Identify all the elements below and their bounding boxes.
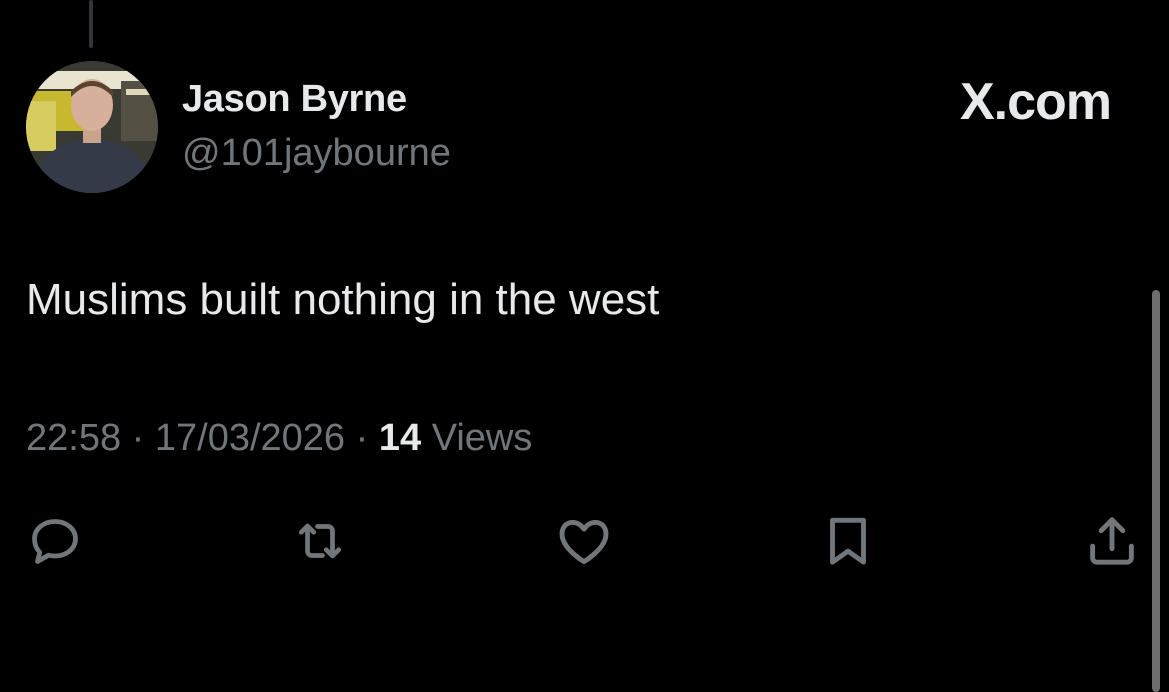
- views-label: Views: [431, 417, 533, 459]
- meta-separator: ·: [131, 417, 145, 459]
- share-button[interactable]: [1079, 508, 1145, 574]
- brand-watermark: X.com: [959, 73, 1112, 131]
- scrollbar[interactable]: [1152, 290, 1160, 692]
- tweet-action-bar: [0, 508, 1169, 578]
- author-display-name[interactable]: Jason Byrne: [182, 78, 407, 121]
- tweet-time[interactable]: 22:58: [26, 417, 121, 459]
- meta-separator: ·: [355, 417, 369, 459]
- views-count: 14: [378, 417, 422, 459]
- like-icon: [553, 510, 615, 572]
- reply-button[interactable]: [22, 508, 88, 574]
- tweet-meta: 22:58 · 17/03/2026 · 14 Views: [26, 417, 532, 460]
- bookmark-icon: [817, 510, 879, 572]
- repost-icon: [290, 511, 350, 571]
- avatar[interactable]: [26, 61, 158, 193]
- tweet-text: Muslims built nothing in the west: [26, 275, 660, 324]
- like-button[interactable]: [551, 508, 617, 574]
- bookmark-button[interactable]: [815, 508, 881, 574]
- tweet-date[interactable]: 17/03/2026: [155, 417, 345, 459]
- author-handle[interactable]: @101jaybourne: [182, 132, 451, 175]
- reply-icon: [25, 511, 85, 571]
- share-icon: [1081, 510, 1143, 572]
- thread-connector-line: [89, 0, 93, 48]
- repost-button[interactable]: [287, 508, 353, 574]
